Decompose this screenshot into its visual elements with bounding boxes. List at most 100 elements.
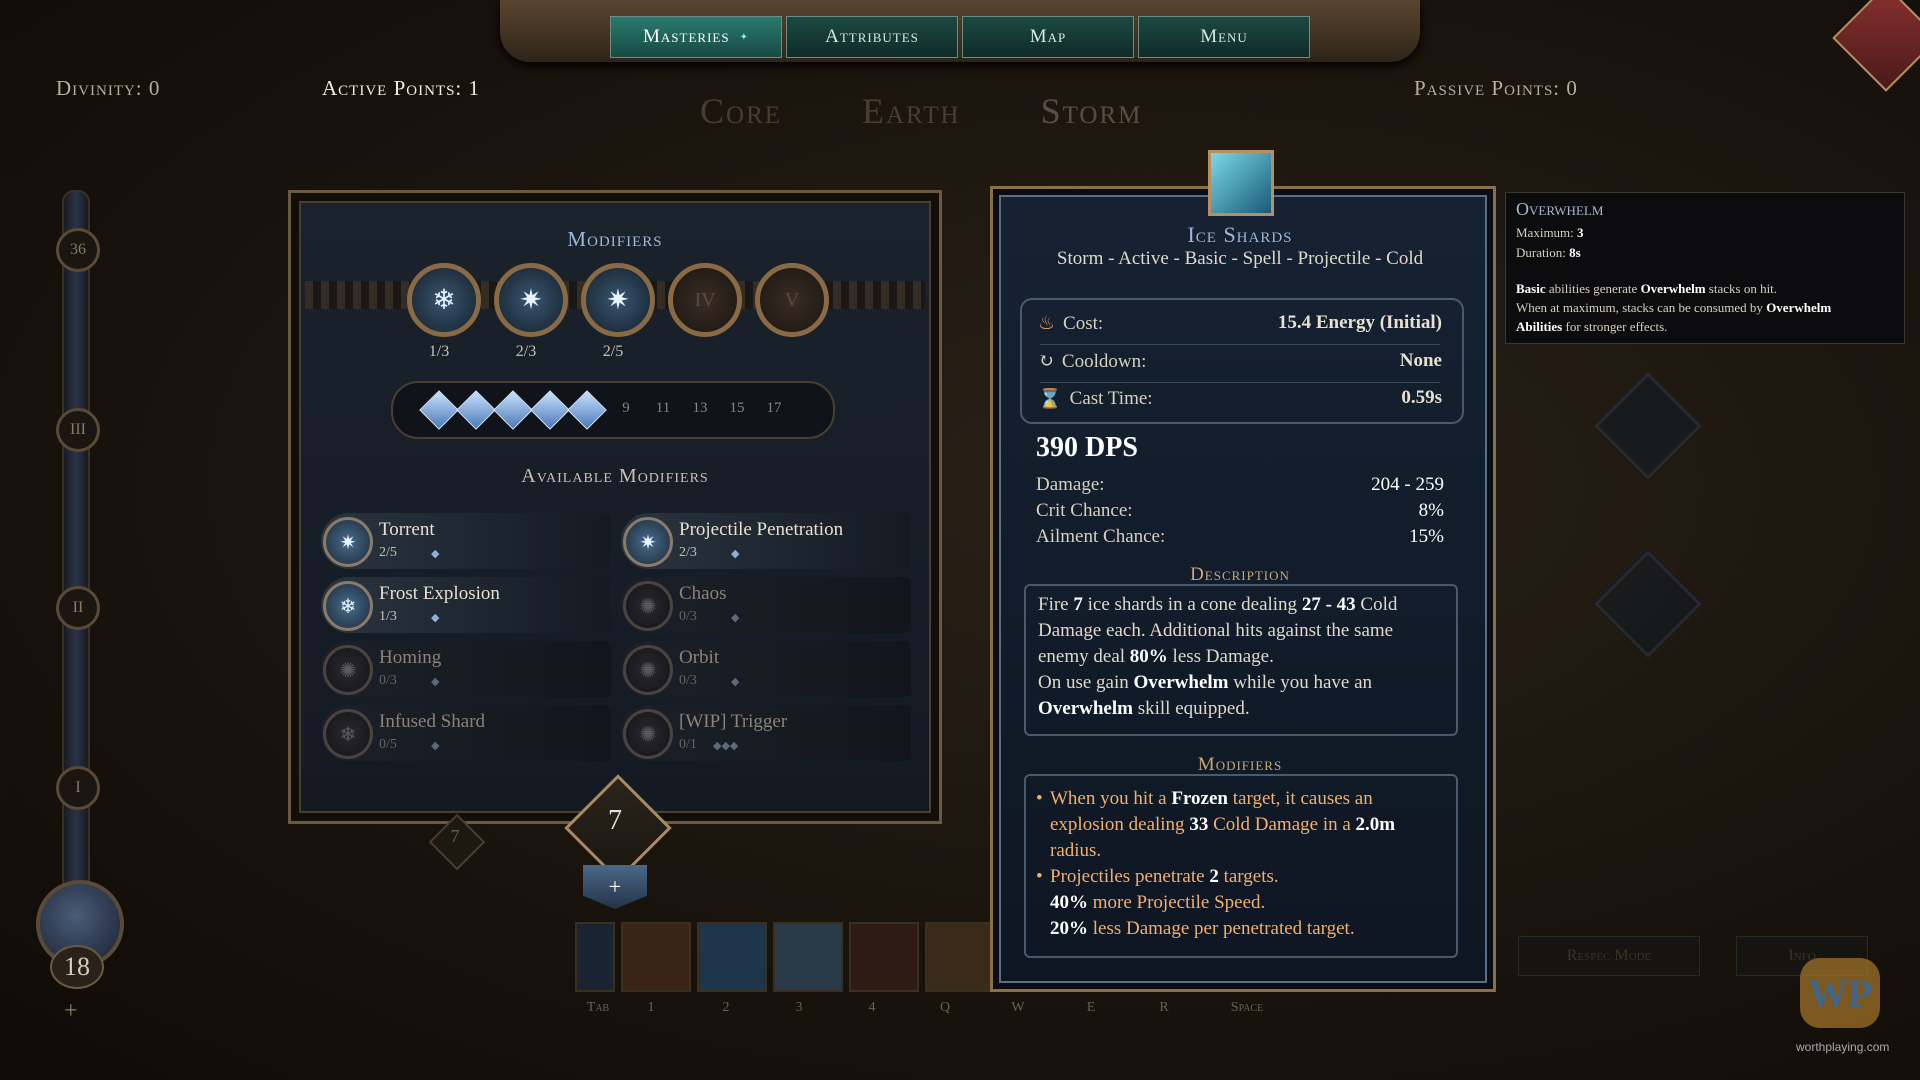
key-label: Q [939,1000,951,1015]
divinity-counter: Divinity: 0 [56,76,161,100]
tree-tab-storm[interactable]: Storm [1041,90,1143,132]
mastery-tree-tabs: Core Earth Storm [700,90,1142,132]
add-level-button[interactable]: + [64,998,78,1025]
pip-icon: ◆ [731,548,740,560]
gem-threshold: 15 [729,400,745,416]
gem-threshold: 11 [655,400,671,416]
key-label: 2 [722,1000,730,1015]
close-icon[interactable] [1832,0,1920,92]
key-label: 3 [795,1000,803,1015]
chaos-rune-icon: ✺ [623,581,673,631]
skill-slot-4[interactable] [849,922,919,992]
notification-dot-icon: ✦ [739,31,749,43]
ice-shards-skill-icon [1208,150,1274,216]
ailment-chance-row: Ailment Chance: 15% [1036,526,1444,547]
tree-tab-core[interactable]: Core [700,90,782,132]
description-title: Description [1190,564,1290,585]
modifier-name: Chaos [679,583,727,604]
modifier-count: 0/3 [679,673,697,688]
worthplaying-logo: WP [1800,958,1880,1028]
modifier-name: Frost Explosion [379,583,500,604]
key-label: E [1086,1000,1096,1015]
passive-points-counter: Passive Points: 0 [1414,76,1578,100]
gem-threshold: 9 [622,400,630,416]
skill-name: Ice Shards [1187,222,1293,247]
filled-gem-icon [493,390,533,430]
modifier-homing[interactable]: ✺ Homing 0/3 ◆ [321,641,611,697]
level-node-36: 36 [56,228,100,272]
key-label: Space [1230,1000,1264,1015]
tab-attributes[interactable]: Attributes [786,16,958,58]
mastery-level-value: 18 [50,945,104,989]
snowflake-icon: ❄ [323,581,373,631]
modifier-projectile-penetration[interactable]: ✷ Projectile Penetration 2/3 ◆ [621,513,911,569]
filled-gem-icon [456,390,496,430]
filled-gem-icon [567,390,607,430]
skill-dps: 390 DPS [1036,432,1138,463]
pip-icon: ◆ [431,548,440,560]
modifiers-title: Modifiers [567,227,663,251]
respec-mode-button[interactable]: Respec Mode [1518,936,1700,976]
skill-bar [575,922,995,992]
shard-burst-icon: ✷ [323,517,373,567]
modifier-count: 0/3 [379,673,397,688]
modifier-wip-trigger[interactable]: ✺ [WIP] Trigger 0/1 ◆◆◆ [621,705,911,761]
modifier-name: Homing [379,647,442,668]
shard-burst-icon: ✷ [606,285,630,316]
level-node-2[interactable]: II [56,586,100,630]
pip-icon: ◆ [431,676,440,688]
filled-gem-icon [419,390,459,430]
locked-node-icon [1594,550,1702,658]
modifiers-panel: Modifiers ❄ ✷ ✷ IV V 1/3 2/3 2/5 9 11 13… [288,190,942,824]
skill-slot-tab[interactable] [575,922,615,992]
modifier-name: Infused Shard [379,711,486,732]
modifier-slot-3[interactable]: ✷ [581,263,655,337]
stat-row-cost: ♨ Cost: 15.4 Energy (Initial) [1038,312,1442,334]
tooltip-title: Overwhelm [1516,199,1604,219]
modifier-slot-1[interactable]: ❄ [407,263,481,337]
skill-slot-q[interactable] [925,922,995,992]
level-node-1[interactable]: I [56,766,100,810]
key-label: 4 [868,1000,876,1015]
modifier-frost-explosion[interactable]: ❄ Frost Explosion 1/3 ◆ [321,577,611,633]
skill-slot-2[interactable] [697,922,767,992]
modifier-name: [WIP] Trigger [679,711,788,732]
pip-icon: ◆◆◆ [713,740,739,752]
active-points-counter: Active Points: 1 [322,76,481,100]
modifier-orbit[interactable]: ✺ Orbit 0/3 ◆ [621,641,911,697]
homing-rune-icon: ✺ [323,645,373,695]
shard-burst-icon: ✷ [519,285,543,316]
skill-slot-1[interactable] [621,922,691,992]
modifier-count: 1/3 [379,609,397,624]
hourglass-icon: ⌛ [1038,389,1062,410]
tree-tab-earth[interactable]: Earth [862,90,961,132]
modifier-count: 0/3 [679,609,697,624]
modifier-slot-2[interactable]: ✷ [494,263,568,337]
skill-modifiers-list: When you hit a Frozen target, it causes … [1036,786,1446,942]
modifier-torrent[interactable]: ✷ Torrent 2/5 ◆ [321,513,611,569]
modifiers-section-title: Modifiers [1197,754,1283,775]
skill-tags: Storm - Active - Basic - Spell - Project… [1056,248,1424,269]
available-modifiers-title: Available Modifiers [521,465,709,487]
modifier-gem-track: 9 11 13 15 17 [391,381,835,439]
modifier-name: Orbit [679,647,720,668]
orbit-rune-icon: ✺ [623,645,673,695]
level-up-skill-button[interactable]: + [583,865,647,909]
stat-row-cast-time: ⌛ Cast Time: 0.59s [1038,387,1442,410]
modifier-chaos[interactable]: ✺ Chaos 0/3 ◆ [621,577,911,633]
tooltip-description: Basic abilities generate Overwhelm stack… [1516,281,1832,334]
modifier-infused-shard[interactable]: ❄ Infused Shard 0/5 ◆ [321,705,611,761]
tab-masteries[interactable]: Masteries ✦ [610,16,782,58]
snowflake-icon: ❄ [432,285,456,316]
tab-menu[interactable]: Menu [1138,16,1310,58]
damage-row: Damage: 204 - 259 [1036,474,1444,495]
level-node-3[interactable]: III [56,408,100,452]
gem-threshold: 13 [692,400,708,416]
modifier-slot-5-locked: V [755,263,829,337]
watermark-text: worthplaying.com [1796,1040,1890,1054]
previous-level-value: 7 [450,826,460,846]
tab-map[interactable]: Map [962,16,1134,58]
mastery-level-bar [62,190,90,934]
slot-2-count: 2/3 [515,343,537,360]
skill-slot-3[interactable] [773,922,843,992]
